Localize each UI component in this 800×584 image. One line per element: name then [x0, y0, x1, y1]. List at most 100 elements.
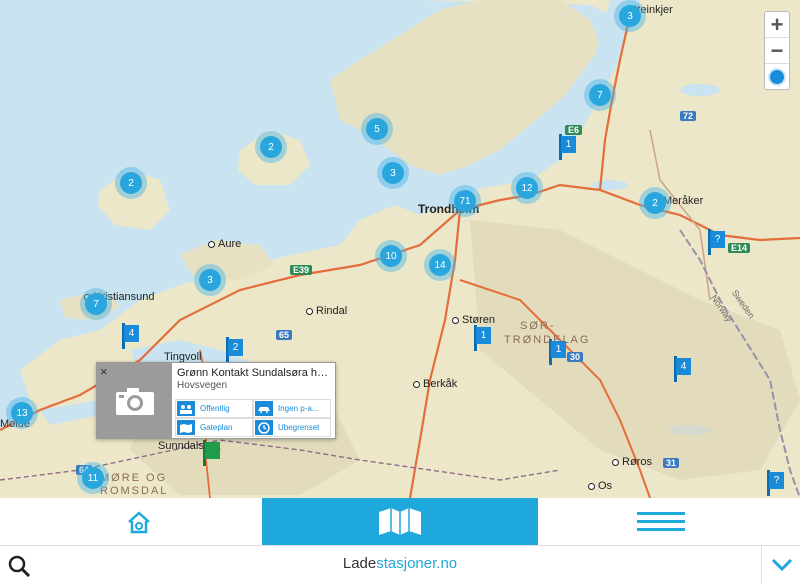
marker-cluster[interactable]: 2 [115, 167, 147, 199]
bottom-navigation [0, 498, 800, 545]
marker-cluster[interactable]: 3 [614, 0, 646, 32]
region-label: TRØNDELAG [504, 334, 591, 346]
place-dot [208, 240, 215, 248]
road-badge: 65 [276, 330, 293, 340]
charger-popup[interactable]: × Grønn Kontakt Sundalsøra hu... Hovsveg… [96, 362, 336, 439]
map-icon [177, 420, 195, 435]
road-badge: E14 [728, 243, 751, 253]
marker-cluster[interactable]: 7 [80, 288, 112, 320]
cluster-count: 7 [85, 293, 107, 315]
place-label: Aure [208, 238, 241, 250]
attr-time: Ubegrenset [253, 418, 331, 437]
cluster-count: 5 [366, 118, 388, 140]
zoom-in-button[interactable]: + [765, 12, 789, 38]
marker-count: 1 [551, 341, 566, 358]
people-icon [177, 401, 195, 416]
tab-menu[interactable] [538, 498, 784, 545]
locate-button[interactable] [765, 64, 789, 89]
location-icon [768, 67, 786, 86]
cluster-count: 7 [589, 84, 611, 106]
region-label: MØRE OG [100, 472, 168, 484]
marker-cluster[interactable]: 11 [77, 462, 109, 494]
cluster-count: 10 [380, 245, 402, 267]
cluster-count: 3 [382, 162, 404, 184]
zoom-control: + − [764, 11, 790, 90]
charger-marker[interactable]: 1 [559, 134, 577, 160]
marker-cluster[interactable]: 5 [361, 113, 393, 145]
marker-count: 1 [561, 136, 576, 153]
cluster-count: 11 [82, 467, 104, 489]
tab-map[interactable] [262, 498, 538, 545]
camera-icon [115, 387, 154, 415]
attr-parking: Ingen p-a... [253, 399, 331, 418]
tab-home[interactable] [16, 498, 262, 545]
attr-access: Offentlig [175, 399, 253, 418]
selected-charger-marker[interactable] [203, 440, 221, 466]
place-label: Berkåk [413, 378, 457, 390]
place-dot [612, 458, 619, 466]
marker-cluster[interactable]: 2 [255, 131, 287, 163]
attr-location: Gateplan [175, 418, 253, 437]
marker-cluster[interactable]: 3 [377, 157, 409, 189]
marker-count: 2 [228, 339, 243, 356]
marker-cluster[interactable]: 7 [584, 79, 616, 111]
region-label: ROMSDAL [100, 485, 169, 497]
place-dot [413, 380, 420, 388]
home-gear-icon [128, 510, 150, 533]
close-popup-button[interactable]: × [100, 364, 108, 379]
hamburger-icon [637, 511, 685, 531]
road-badge: 30 [567, 352, 584, 362]
place-label: Røros [612, 456, 652, 468]
cluster-count: 13 [11, 402, 33, 424]
place-dot [588, 482, 595, 490]
car-icon [255, 401, 273, 416]
charger-marker[interactable]: 2 [226, 337, 244, 363]
charger-marker[interactable]: ? [767, 470, 785, 496]
place-name: Aure [218, 238, 242, 250]
marker-cluster[interactable]: 12 [511, 172, 543, 204]
cluster-count: 2 [120, 172, 142, 194]
road-badge: 31 [663, 458, 680, 468]
place-name: Os [598, 480, 613, 492]
cluster-count: 3 [199, 269, 221, 291]
logo-part-2: stasjoner.no [376, 555, 458, 572]
attr-label: Offentlig [200, 404, 230, 413]
cluster-count: 2 [644, 192, 666, 214]
attr-label: Ubegrenset [278, 423, 320, 432]
zoom-out-button[interactable]: − [765, 38, 789, 64]
marker-cluster[interactable]: 3 [194, 264, 226, 296]
charger-marker[interactable]: ? [708, 229, 726, 255]
charger-marker[interactable]: 4 [674, 356, 692, 382]
marker-cluster[interactable]: 14 [424, 249, 456, 281]
marker-count: ? [769, 472, 784, 489]
site-logo: Ladestasjoner.no [0, 555, 800, 572]
search-bar: Ladestasjoner.no [0, 545, 800, 584]
place-name: Røros [622, 456, 652, 468]
road-badge: E39 [290, 265, 313, 275]
popup-title: Grønn Kontakt Sundalsøra hu... [177, 367, 332, 379]
region-label: SØR- [520, 320, 556, 332]
popup-subtitle: Hovsvegen [177, 380, 228, 391]
marker-cluster[interactable]: 2 [639, 187, 671, 219]
charger-marker[interactable]: 1 [549, 339, 567, 365]
road-badge: 72 [680, 111, 697, 121]
place-dot [452, 316, 459, 324]
marker-count: 4 [676, 358, 691, 375]
map[interactable]: Steinkjer Trondheim Meråker Aure Kristia… [0, 0, 800, 498]
place-dot [306, 307, 313, 315]
cluster-count: 3 [619, 5, 641, 27]
marker-cluster[interactable]: 13 [6, 397, 38, 429]
marker-count [205, 442, 220, 459]
attr-label: Ingen p-a... [278, 404, 319, 413]
marker-cluster[interactable]: 71 [449, 185, 481, 217]
place-name: Rindal [316, 305, 348, 317]
marker-count: 1 [476, 327, 491, 344]
charger-marker[interactable]: 1 [474, 325, 492, 351]
cluster-count: 2 [260, 136, 282, 158]
marker-count: ? [710, 231, 725, 248]
marker-cluster[interactable]: 10 [375, 240, 407, 272]
place-label: Rindal [306, 305, 347, 317]
expand-button[interactable] [761, 546, 800, 584]
cluster-count: 71 [454, 190, 476, 212]
charger-marker[interactable]: 4 [122, 323, 140, 349]
